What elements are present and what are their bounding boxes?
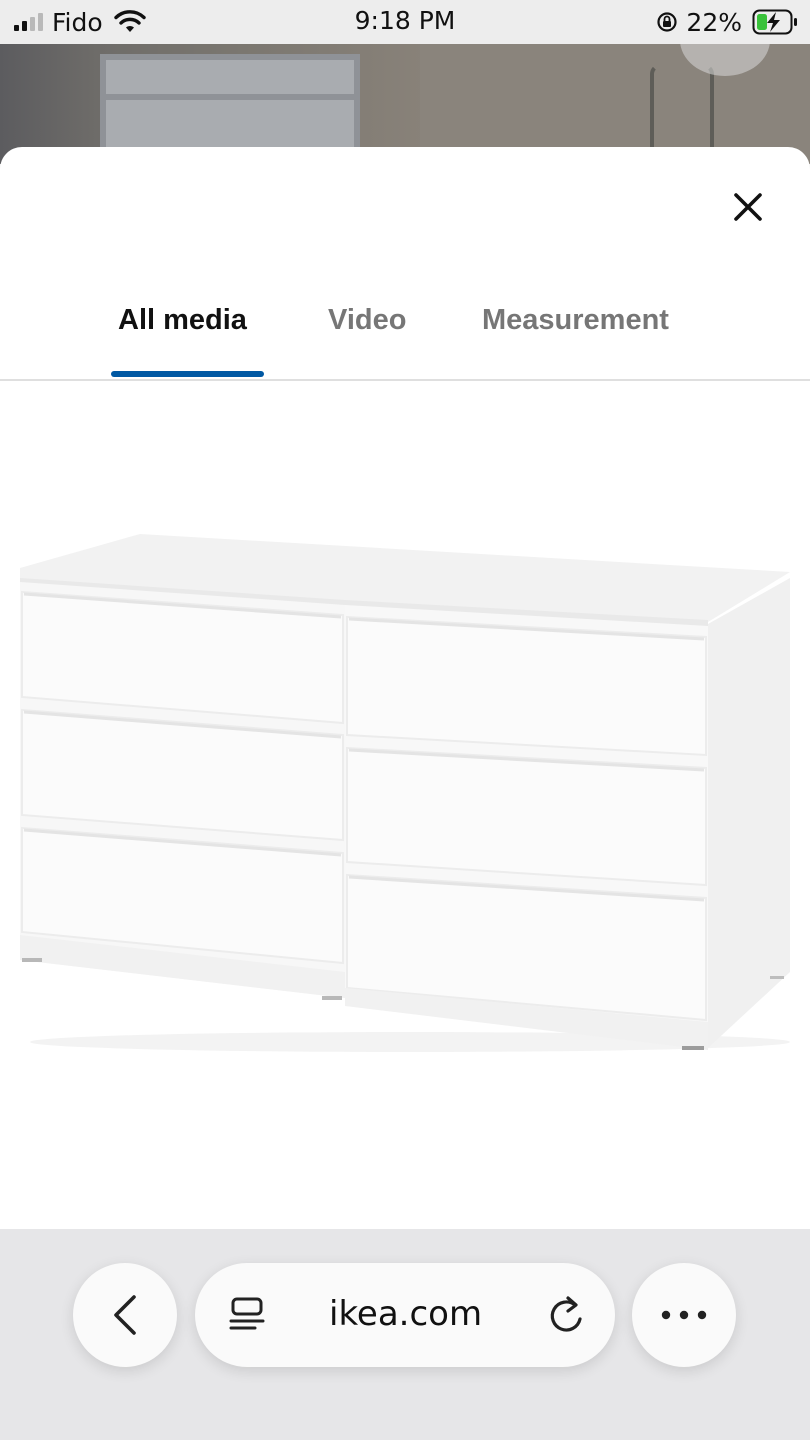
tab-measurement[interactable]: Measurement <box>482 304 669 337</box>
reload-icon[interactable] <box>549 1295 585 1335</box>
more-button[interactable] <box>632 1263 736 1367</box>
background-room-photo <box>0 44 810 164</box>
right-status-group: 22% <box>656 7 798 37</box>
product-image-dresser <box>20 534 790 1052</box>
reader-icon[interactable] <box>229 1296 265 1334</box>
status-bar: Fido 9:18 PM 22% <box>0 0 810 44</box>
tab-all-media[interactable]: All media <box>118 304 247 337</box>
more-icon <box>661 1310 707 1320</box>
tab-divider <box>0 379 810 381</box>
battery-charging-icon <box>752 9 797 35</box>
url-text: ikea.com <box>329 1294 483 1334</box>
rotation-lock-icon <box>657 12 678 32</box>
battery-percent: 22% <box>686 7 742 37</box>
back-button[interactable] <box>73 1263 177 1367</box>
close-icon <box>734 193 762 221</box>
address-bar[interactable]: ikea.com <box>195 1263 615 1367</box>
background-hook <box>650 64 714 154</box>
tab-active-indicator <box>111 371 264 377</box>
back-icon <box>114 1295 136 1335</box>
tab-video[interactable]: Video <box>328 304 406 337</box>
close-button[interactable] <box>726 185 770 229</box>
